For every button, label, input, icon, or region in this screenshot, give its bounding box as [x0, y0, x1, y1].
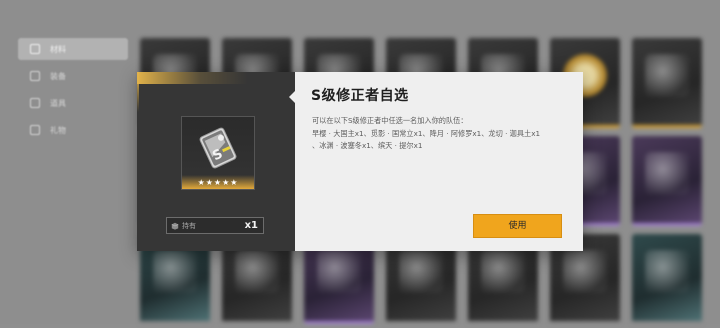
description-line: 、冰渊 · 波塞冬x1、缤天 · 提尔x1: [312, 141, 423, 150]
sidebar-item-label: 装备: [50, 71, 66, 81]
selection-dialog: S ★★★★★ 持有 x1 S级修正者自选 可以在以下S级修正者中任选一名加入你…: [137, 72, 583, 251]
sidebar-item-gifts[interactable]: 礼物: [18, 119, 128, 141]
box-icon: [171, 222, 179, 230]
description-line: 早樱 · 大国主x1、觅影 · 国常立x1、降月 · 阿修罗x1、龙切 · 迦具…: [312, 128, 541, 138]
props-icon: [30, 98, 40, 108]
use-button[interactable]: 使用: [473, 214, 562, 238]
sidebar-item-props[interactable]: 道具: [18, 92, 128, 114]
owned-count-box: 持有 x1: [166, 217, 264, 234]
sidebar-item-label: 礼物: [50, 125, 66, 135]
description-line: 可以在以下S级修正者中任选一名加入你的队伍：: [312, 116, 468, 125]
dialog-title: S级修正者自选: [311, 88, 409, 104]
rarity-glow: [137, 72, 295, 84]
s-rank-chip-icon: S: [199, 127, 237, 169]
inventory-item[interactable]: [632, 38, 702, 128]
item-card: S ★★★★★: [181, 116, 255, 190]
owned-count: x1: [244, 220, 258, 231]
rarity-glow-edge: [137, 72, 139, 112]
sidebar-item-materials[interactable]: 材料: [18, 38, 128, 60]
rarity-stars: ★★★★★: [197, 178, 239, 187]
equipment-icon: [30, 71, 40, 81]
pointer-arrow: [289, 91, 295, 103]
owned-label: 持有: [182, 221, 196, 230]
item-description: 可以在以下S级修正者中任选一名加入你的队伍： 早樱 · 大国主x1、觅影 · 国…: [312, 115, 574, 153]
inventory-sidebar: 材料 装备 道具 礼物: [18, 38, 128, 146]
sidebar-item-equipment[interactable]: 装备: [18, 65, 128, 87]
sidebar-item-label: 材料: [50, 44, 66, 54]
materials-icon: [30, 44, 40, 54]
item-preview-pane: S ★★★★★ 持有 x1: [137, 72, 295, 251]
item-detail-pane: S级修正者自选 可以在以下S级修正者中任选一名加入你的队伍： 早樱 · 大国主x…: [289, 72, 583, 251]
sidebar-item-label: 道具: [50, 98, 66, 108]
inventory-item[interactable]: [632, 234, 702, 324]
gift-icon: [30, 125, 40, 135]
inventory-item[interactable]: [632, 136, 702, 226]
